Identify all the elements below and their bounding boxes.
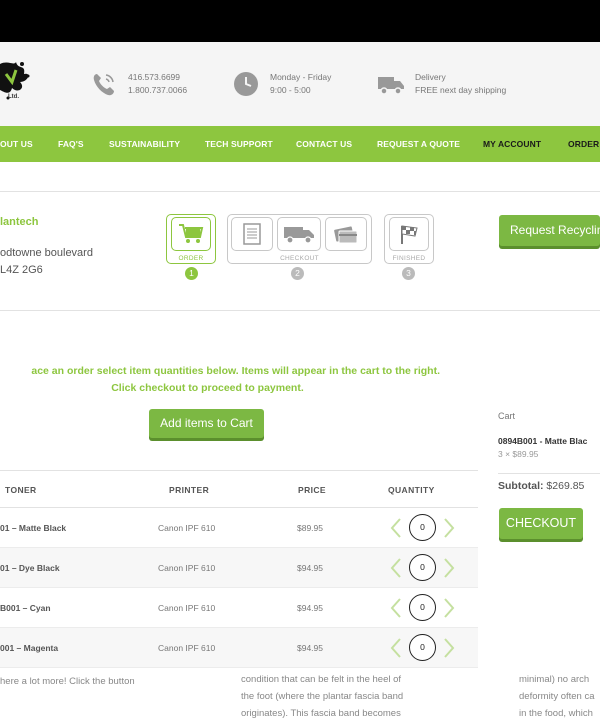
- customer-postal: L4Z 2G6: [0, 264, 43, 276]
- nav-order[interactable]: ORDER: [568, 126, 599, 162]
- top-black-bar: [0, 0, 600, 42]
- header-toner: TONER: [5, 485, 37, 495]
- decrease-arrow-icon[interactable]: [389, 597, 403, 619]
- clock-icon: [232, 70, 260, 98]
- table-row: B001 – Cyan Canon IPF 610 $94.95 0: [0, 588, 478, 628]
- quantity-stepper: 0: [389, 514, 459, 542]
- table-row: 01 – Dye Black Canon IPF 610 $94.95 0: [0, 548, 478, 588]
- cart-item-detail: 3 × $89.95: [498, 449, 539, 459]
- decrease-arrow-icon[interactable]: [389, 557, 403, 579]
- nav-contact-us[interactable]: CONTACT US: [296, 126, 352, 162]
- customer-company: lantech: [0, 216, 39, 228]
- header-price: PRICE: [298, 485, 326, 495]
- nav-tech-support[interactable]: TECH SUPPORT: [205, 126, 273, 162]
- step-checkout-number: 2: [291, 267, 304, 280]
- cart-subtotal: Subtotal: $269.85: [498, 480, 584, 492]
- cart-icon: [177, 222, 205, 246]
- nav-about-us[interactable]: OUT US: [0, 126, 33, 162]
- table-row: 01 – Matte Black Canon IPF 610 $89.95 0: [0, 508, 478, 548]
- quantity-stepper: 0: [389, 594, 459, 622]
- background-text-right-2: deformity often ca: [519, 691, 595, 702]
- background-text-middle-3: originates). This fascia band becomes: [241, 708, 401, 719]
- printer-name: Canon IPF 610: [158, 603, 216, 613]
- printer-name: Canon IPF 610: [158, 523, 216, 533]
- hours-time: 9:00 - 5:00: [270, 85, 311, 95]
- delivery-truck-icon: [281, 222, 317, 246]
- quantity-input[interactable]: 0: [409, 634, 436, 661]
- hours-info: Monday - Friday 9:00 - 5:00: [232, 70, 331, 98]
- phone-number-2[interactable]: 1.800.737.0066: [128, 84, 187, 97]
- request-recycling-button[interactable]: Request Recyclin: [499, 215, 600, 246]
- phone-number-1[interactable]: 416.573.6699: [128, 71, 187, 84]
- increase-arrow-icon[interactable]: [442, 597, 456, 619]
- header-quantity: QUANTITY: [388, 485, 435, 495]
- checkout-button[interactable]: CHECKOUT: [499, 508, 583, 539]
- background-text-right-3: in the food, which: [519, 708, 593, 719]
- phone-icon: [90, 70, 118, 98]
- printer-name: Canon IPF 610: [158, 643, 216, 653]
- nav-request-quote[interactable]: REQUEST A QUOTE: [377, 126, 460, 162]
- quantity-input[interactable]: 0: [409, 514, 436, 541]
- nav-my-account[interactable]: MY ACCOUNT: [483, 126, 541, 162]
- truck-icon: [377, 70, 405, 98]
- price: $94.95: [297, 563, 323, 573]
- delivery-title: Delivery: [415, 72, 446, 82]
- toner-name: 001 – Magenta: [0, 643, 59, 653]
- add-items-to-cart-button[interactable]: Add items to Cart: [149, 409, 264, 438]
- delivery-detail: FREE next day shipping: [415, 85, 507, 95]
- step-order-label: ORDER: [178, 255, 204, 262]
- decrease-arrow-icon[interactable]: [389, 517, 403, 539]
- quantity-stepper: 0: [389, 554, 459, 582]
- subtotal-value: $269.85: [546, 480, 585, 492]
- order-progress: ORDER 1 CHECKOUT 2 FINISHED 3: [166, 214, 436, 286]
- increase-arrow-icon[interactable]: [442, 517, 456, 539]
- toner-name: B001 – Cyan: [0, 603, 51, 613]
- step-checkout-label: CHECKOUT: [280, 255, 319, 262]
- toner-name: 01 – Matte Black: [0, 523, 67, 533]
- instructions-line-1: ace an order select item quantities belo…: [31, 365, 440, 377]
- payment-card-icon: [331, 222, 361, 246]
- hours-days: Monday - Friday: [270, 72, 332, 82]
- divider-top: [0, 191, 600, 192]
- divider-middle: [0, 310, 600, 311]
- price: $94.95: [297, 603, 323, 613]
- instructions-line-2: Click checkout to proceed to payment.: [111, 382, 304, 394]
- main-navigation: OUT US FAQ'S SUSTAINABILITY TECH SUPPORT…: [0, 126, 600, 162]
- quantity-input[interactable]: 0: [409, 594, 436, 621]
- document-icon: [238, 222, 266, 246]
- checkered-flag-icon: [395, 222, 423, 246]
- quantity-input[interactable]: 0: [409, 554, 436, 581]
- table-row: 001 – Magenta Canon IPF 610 $94.95 0: [0, 628, 478, 668]
- background-text-left: here a lot more! Click the button: [0, 676, 135, 687]
- table-header: TONER PRINTER PRICE QUANTITY: [0, 470, 478, 508]
- step-finished-number: 3: [402, 267, 415, 280]
- step-order-number: 1: [185, 267, 198, 280]
- background-text-middle-1: condition that can be felt in the heel o…: [241, 674, 402, 685]
- nav-faqs[interactable]: FAQ'S: [58, 126, 84, 162]
- header-printer: PRINTER: [169, 485, 210, 495]
- cart-heading: Cart: [498, 411, 516, 421]
- price: $89.95: [297, 523, 323, 533]
- delivery-info: Delivery FREE next day shipping: [377, 70, 506, 98]
- cart-divider: [498, 473, 600, 474]
- company-logo[interactable]: Ltd.: [0, 56, 34, 106]
- background-text-right-1: minimal) no arch: [519, 674, 590, 685]
- customer-street: odtowne boulevard: [0, 247, 93, 259]
- cart-item-name: 0894B001 - Matte Blac: [498, 436, 588, 446]
- toner-name: 01 – Dye Black: [0, 563, 60, 573]
- price: $94.95: [297, 643, 323, 653]
- nav-sustainability[interactable]: SUSTAINABILITY: [109, 126, 180, 162]
- subtotal-label: Subtotal:: [498, 480, 544, 492]
- background-text-middle-2: the foot (where the plantar fascia band: [241, 691, 404, 702]
- logo-text: Ltd.: [8, 94, 19, 100]
- increase-arrow-icon[interactable]: [442, 637, 456, 659]
- site-header: Ltd. 416.573.6699 1.800.737.0066 Monday …: [0, 42, 600, 126]
- phone-info: 416.573.6699 1.800.737.0066: [90, 70, 187, 98]
- printer-name: Canon IPF 610: [158, 563, 216, 573]
- decrease-arrow-icon[interactable]: [389, 637, 403, 659]
- increase-arrow-icon[interactable]: [442, 557, 456, 579]
- quantity-stepper: 0: [389, 634, 459, 662]
- step-finished-label: FINISHED: [392, 255, 426, 262]
